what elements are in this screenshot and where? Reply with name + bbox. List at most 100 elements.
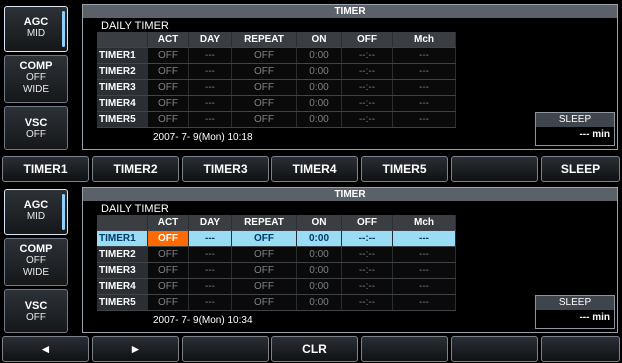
timer-mch-cell[interactable]: --- (392, 95, 456, 112)
vsc-button[interactable]: VSC OFF (4, 106, 68, 150)
timer-off-cell[interactable]: --:-- (341, 47, 393, 64)
timer-row[interactable]: TIMER4 OFF --- OFF 0:00 --:-- --- (97, 95, 456, 112)
timer-repeat-cell[interactable]: OFF (231, 63, 297, 80)
timer-row-name[interactable]: TIMER4 (97, 95, 148, 112)
timer-repeat-cell[interactable]: OFF (231, 230, 297, 247)
timer-off-cell[interactable]: --:-- (341, 262, 393, 279)
timer-day-cell[interactable]: --- (188, 230, 232, 247)
comp-button[interactable]: COMP OFF WIDE (4, 55, 68, 103)
timer-day-cell[interactable]: --- (188, 111, 232, 128)
timer-on-cell[interactable]: 0:00 (296, 79, 342, 96)
timer-row-name[interactable]: TIMER4 (97, 278, 148, 295)
timer-row[interactable]: TIMER5 OFF --- OFF 0:00 --:-- --- (97, 294, 456, 311)
comp-button[interactable]: COMP OFF WIDE (4, 238, 68, 286)
timer-on-cell[interactable]: 0:00 (296, 262, 342, 279)
timer-row-name[interactable]: TIMER3 (97, 262, 148, 279)
timer-off-cell[interactable]: --:-- (341, 111, 393, 128)
timer-mch-cell[interactable]: --- (392, 230, 456, 247)
timer-act-cell[interactable]: OFF (147, 111, 189, 128)
agc-button[interactable]: AGC MID (4, 6, 68, 52)
timer-row-name[interactable]: TIMER2 (97, 246, 148, 263)
timer-row-name[interactable]: TIMER5 (97, 111, 148, 128)
function-key-7[interactable] (541, 336, 620, 362)
function-key-4[interactable]: TIMER4 (271, 156, 358, 182)
timer-repeat-cell[interactable]: OFF (231, 262, 297, 279)
timer-on-cell[interactable]: 0:00 (296, 246, 342, 263)
timer-repeat-cell[interactable]: OFF (231, 47, 297, 64)
timer-repeat-cell[interactable]: OFF (231, 246, 297, 263)
timer-off-cell[interactable]: --:-- (341, 95, 393, 112)
timer-act-cell[interactable]: OFF (147, 79, 189, 96)
timer-on-cell[interactable]: 0:00 (296, 278, 342, 295)
function-key-3[interactable] (182, 336, 269, 362)
timer-act-cell[interactable]: OFF (147, 262, 189, 279)
timer-mch-cell[interactable]: --- (392, 79, 456, 96)
timer-day-cell[interactable]: --- (188, 262, 232, 279)
timer-repeat-cell[interactable]: OFF (231, 79, 297, 96)
timer-row-name[interactable]: TIMER1 (97, 230, 148, 247)
function-key-1[interactable]: TIMER1 (2, 156, 89, 182)
timer-act-cell[interactable]: OFF (147, 63, 189, 80)
vsc-button[interactable]: VSC OFF (4, 289, 68, 333)
timer-off-cell[interactable]: --:-- (341, 230, 393, 247)
timer-day-cell[interactable]: --- (188, 294, 232, 311)
timer-off-cell[interactable]: --:-- (341, 246, 393, 263)
timer-on-cell[interactable]: 0:00 (296, 95, 342, 112)
timer-off-cell[interactable]: --:-- (341, 278, 393, 295)
timer-row-name[interactable]: TIMER2 (97, 63, 148, 80)
timer-act-cell[interactable]: OFF (147, 47, 189, 64)
timer-day-cell[interactable]: --- (188, 95, 232, 112)
timer-on-cell[interactable]: 0:00 (296, 294, 342, 311)
timer-day-cell[interactable]: --- (188, 79, 232, 96)
timer-day-cell[interactable]: --- (188, 246, 232, 263)
timer-row-name[interactable]: TIMER3 (97, 79, 148, 96)
timer-day-cell[interactable]: --- (188, 47, 232, 64)
function-key-1[interactable]: ◄ (2, 336, 89, 362)
timer-on-cell[interactable]: 0:00 (296, 47, 342, 64)
timer-repeat-cell[interactable]: OFF (231, 278, 297, 295)
function-key-7[interactable]: SLEEP (541, 156, 620, 182)
timer-row[interactable]: TIMER4 OFF --- OFF 0:00 --:-- --- (97, 278, 456, 295)
timer-mch-cell[interactable]: --- (392, 246, 456, 263)
agc-button[interactable]: AGC MID (4, 189, 68, 235)
timer-off-cell[interactable]: --:-- (341, 294, 393, 311)
function-key-5[interactable]: TIMER5 (361, 156, 448, 182)
timer-mch-cell[interactable]: --- (392, 111, 456, 128)
timer-on-cell[interactable]: 0:00 (296, 111, 342, 128)
function-key-3[interactable]: TIMER3 (182, 156, 269, 182)
function-key-2[interactable]: TIMER2 (92, 156, 179, 182)
timer-row[interactable]: TIMER1 OFF --- OFF 0:00 --:-- --- (97, 47, 456, 64)
timer-row[interactable]: TIMER3 OFF --- OFF 0:00 --:-- --- (97, 79, 456, 96)
timer-act-cell[interactable]: OFF (147, 95, 189, 112)
timer-on-cell[interactable]: 0:00 (296, 230, 342, 247)
timer-row-name[interactable]: TIMER1 (97, 47, 148, 64)
timer-mch-cell[interactable]: --- (392, 294, 456, 311)
timer-day-cell[interactable]: --- (188, 278, 232, 295)
timer-off-cell[interactable]: --:-- (341, 79, 393, 96)
timer-repeat-cell[interactable]: OFF (231, 95, 297, 112)
function-key-2[interactable]: ► (92, 336, 179, 362)
timer-mch-cell[interactable]: --- (392, 278, 456, 295)
timer-row[interactable]: TIMER5 OFF --- OFF 0:00 --:-- --- (97, 111, 456, 128)
timer-act-cell[interactable]: OFF (147, 230, 189, 247)
timer-repeat-cell[interactable]: OFF (231, 294, 297, 311)
timer-on-cell[interactable]: 0:00 (296, 63, 342, 80)
timer-repeat-cell[interactable]: OFF (231, 111, 297, 128)
timer-mch-cell[interactable]: --- (392, 262, 456, 279)
timer-act-cell[interactable]: OFF (147, 246, 189, 263)
timer-row[interactable]: TIMER2 OFF --- OFF 0:00 --:-- --- (97, 63, 456, 80)
timer-row-name[interactable]: TIMER5 (97, 294, 148, 311)
timer-mch-cell[interactable]: --- (392, 63, 456, 80)
timer-day-cell[interactable]: --- (188, 63, 232, 80)
timer-row[interactable]: TIMER2 OFF --- OFF 0:00 --:-- --- (97, 246, 456, 263)
timer-act-cell[interactable]: OFF (147, 278, 189, 295)
timer-row[interactable]: TIMER1 OFF --- OFF 0:00 --:-- --- (97, 230, 456, 247)
timer-mch-cell[interactable]: --- (392, 47, 456, 64)
timer-row[interactable]: TIMER3 OFF --- OFF 0:00 --:-- --- (97, 262, 456, 279)
function-key-5[interactable] (361, 336, 448, 362)
function-key-6[interactable] (451, 156, 538, 182)
timer-off-cell[interactable]: --:-- (341, 63, 393, 80)
function-key-6[interactable] (451, 336, 538, 362)
function-key-4[interactable]: CLR (271, 336, 358, 362)
timer-act-cell[interactable]: OFF (147, 294, 189, 311)
